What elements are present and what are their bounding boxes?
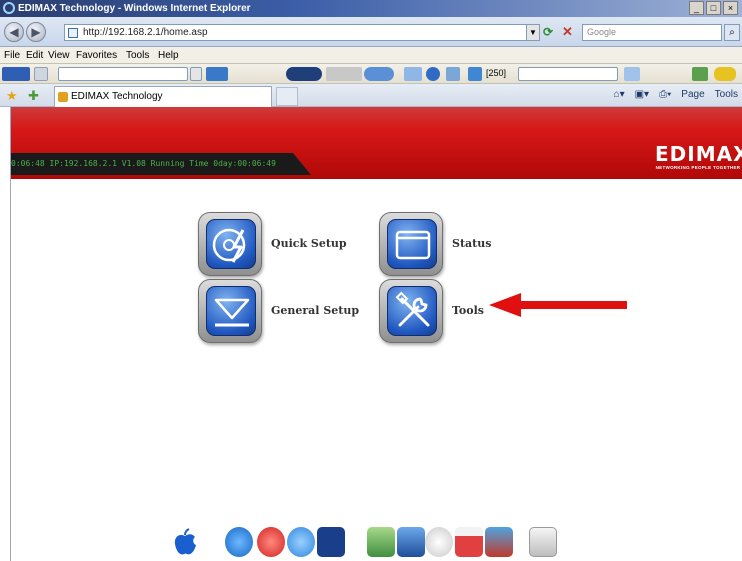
toolbar-badge-icon[interactable]: [714, 67, 736, 81]
onenote-icon[interactable]: [317, 527, 345, 557]
app-dock: [171, 525, 611, 561]
command-bar: ⌂▾ ▣▾ ⎙▾ Page Tools: [614, 89, 738, 100]
toolbar-search-input[interactable]: [58, 67, 188, 81]
skype-icon[interactable]: [287, 527, 315, 557]
search-input[interactable]: Google: [582, 24, 722, 41]
addon-toolbar: [250]: [0, 64, 742, 84]
quick-setup-button[interactable]: [198, 212, 262, 276]
address-dropdown-button[interactable]: ▼: [526, 24, 540, 41]
status-strip: 0:06:48 IP:192.168.2.1 V1.08 Running Tim…: [11, 153, 311, 175]
favorites-star-icon[interactable]: ★: [6, 88, 18, 104]
window-controls: _ □ ×: [689, 1, 738, 15]
document-icon[interactable]: [529, 527, 557, 557]
lifebuoy-icon[interactable]: [257, 527, 285, 557]
tab-bar: ★ ✚ EDIMAX Technology ⌂▾ ▣▾ ⎙▾ Page Tool…: [0, 84, 742, 107]
calendar-icon[interactable]: [455, 527, 483, 557]
general-setup-label[interactable]: General Setup: [271, 304, 359, 317]
tools-menu[interactable]: Tools: [715, 89, 738, 100]
toolbar-binoculars-icon[interactable]: [286, 67, 322, 81]
toolbar-arrow-icon[interactable]: [692, 67, 708, 81]
loading-icon[interactable]: [425, 527, 453, 557]
toolbar-slider-icon[interactable]: [326, 67, 362, 81]
back-button[interactable]: ◀: [4, 22, 24, 42]
disc-lightning-icon: [212, 228, 246, 263]
close-button[interactable]: ×: [723, 1, 738, 15]
menu-view[interactable]: View: [48, 47, 70, 64]
toolbar-search-dropdown-icon[interactable]: [190, 67, 202, 81]
window-icon: [395, 230, 431, 260]
wrench-screwdriver-icon: [395, 291, 430, 327]
toolbar-cloud-icon[interactable]: [404, 67, 422, 81]
status-button[interactable]: [379, 212, 443, 276]
status-label[interactable]: Status: [452, 237, 491, 250]
printer-icon[interactable]: [397, 527, 425, 557]
ie-logo-icon: [3, 2, 15, 14]
eject-icon: [214, 298, 250, 327]
quick-setup-label[interactable]: Quick Setup: [271, 237, 347, 250]
monitor-icon[interactable]: [367, 527, 395, 557]
ie-icon[interactable]: [225, 527, 253, 557]
menu-favorites[interactable]: Favorites: [76, 47, 117, 64]
router-banner: 0:06:48 IP:192.168.2.1 V1.08 Running Tim…: [11, 107, 742, 179]
add-favorite-icon[interactable]: ✚: [28, 88, 39, 104]
toolbar-text-input[interactable]: [518, 67, 618, 81]
page-content: 0:06:48 IP:192.168.2.1 V1.08 Running Tim…: [10, 107, 742, 561]
home-icon[interactable]: ⌂▾: [614, 89, 625, 100]
menu-help[interactable]: Help: [158, 47, 179, 64]
toolbar-info-icon[interactable]: [426, 67, 440, 81]
window-title: EDIMAX Technology - Windows Internet Exp…: [18, 3, 251, 14]
page-icon: [68, 28, 78, 38]
toolbar-go-icon[interactable]: [206, 67, 228, 81]
toolbar-mail-icon[interactable]: [624, 67, 640, 81]
logo-wordmark: EDIMAX: [655, 142, 742, 166]
search-icon[interactable]: ⌕: [724, 24, 740, 41]
menu-bar: File Edit View Favorites Tools Help: [0, 47, 742, 64]
refresh-icon[interactable]: ⟳: [543, 25, 553, 39]
logo-tagline: NETWORKING PEOPLE TOGETHER: [655, 165, 741, 170]
tab-label: EDIMAX Technology: [71, 91, 163, 102]
new-tab-button[interactable]: [276, 87, 298, 106]
toolbar-dropdown-icon[interactable]: [34, 67, 48, 81]
apple-icon[interactable]: [171, 527, 199, 557]
title-bar: EDIMAX Technology - Windows Internet Exp…: [0, 0, 742, 17]
menu-edit[interactable]: Edit: [26, 47, 43, 64]
restore-button[interactable]: □: [706, 1, 721, 15]
browser-window: EDIMAX Technology - Windows Internet Exp…: [0, 0, 742, 561]
feeds-icon[interactable]: ▣▾: [635, 89, 649, 100]
menu-tools[interactable]: Tools: [126, 47, 149, 64]
tools-button[interactable]: [379, 279, 443, 343]
page-menu[interactable]: Page: [681, 89, 704, 100]
annotation-arrow: [489, 293, 627, 317]
address-toolbar: ◀ ▶ http://192.168.2.1/home.asp ▼ ⟳ ✕ Go…: [0, 17, 742, 47]
tab-edimax[interactable]: EDIMAX Technology: [54, 86, 272, 107]
minimize-button[interactable]: _: [689, 1, 704, 15]
general-setup-button[interactable]: [198, 279, 262, 343]
url-text: http://192.168.2.1/home.asp: [83, 27, 208, 38]
tools-label[interactable]: Tools: [452, 304, 484, 317]
toolbar-calendar-icon[interactable]: [468, 67, 482, 81]
toolbar-pill-icon[interactable]: [364, 67, 394, 81]
photos-icon[interactable]: [485, 527, 513, 557]
forward-button[interactable]: ▶: [26, 22, 46, 42]
edimax-logo: EDIMAX NETWORKING PEOPLE TOGETHER: [655, 142, 742, 171]
menu-file[interactable]: File: [4, 47, 20, 64]
address-input[interactable]: http://192.168.2.1/home.asp: [64, 24, 534, 41]
print-icon[interactable]: ⎙▾: [659, 89, 671, 100]
stop-icon[interactable]: ✕: [562, 24, 573, 40]
toolbar-logo-icon[interactable]: [2, 67, 30, 81]
tab-favicon-icon: [58, 92, 68, 102]
toolbar-feed-icon[interactable]: [446, 67, 460, 81]
toolbar-counter: [250]: [486, 68, 507, 78]
